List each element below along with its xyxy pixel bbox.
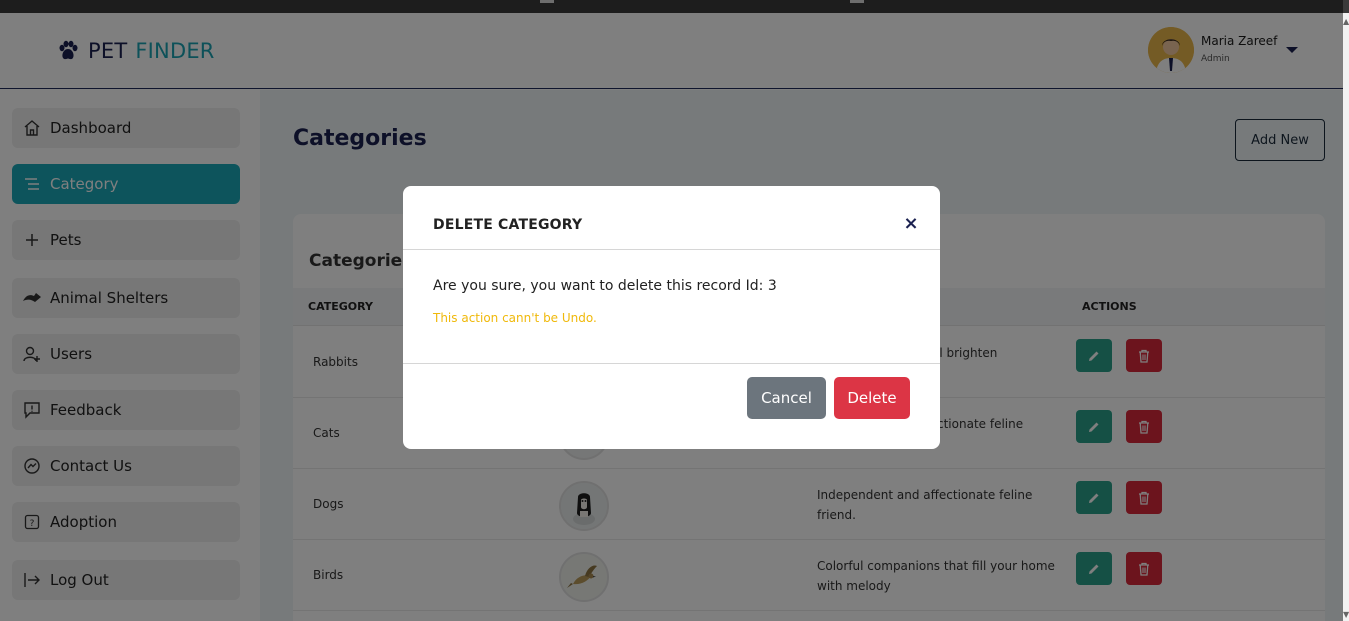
divider (403, 249, 940, 250)
scroll-up-icon[interactable]: ▲ (1343, 17, 1349, 26)
cancel-button[interactable]: Cancel (747, 377, 826, 419)
dialog-title: DELETE CATEGORY (433, 217, 583, 233)
scroll-down-icon[interactable]: ▼ (1343, 610, 1349, 619)
divider (403, 363, 940, 364)
close-icon[interactable]: × (901, 214, 921, 234)
confirm-delete-button[interactable]: Delete (834, 377, 910, 419)
page-scrollbar[interactable]: ▲ ▼ (1343, 13, 1349, 621)
dialog-message: Are you sure, you want to delete this re… (433, 278, 777, 294)
dialog-warning: This action cann't be Undo. (433, 311, 597, 325)
delete-category-dialog: DELETE CATEGORY × Are you sure, you want… (403, 186, 940, 449)
